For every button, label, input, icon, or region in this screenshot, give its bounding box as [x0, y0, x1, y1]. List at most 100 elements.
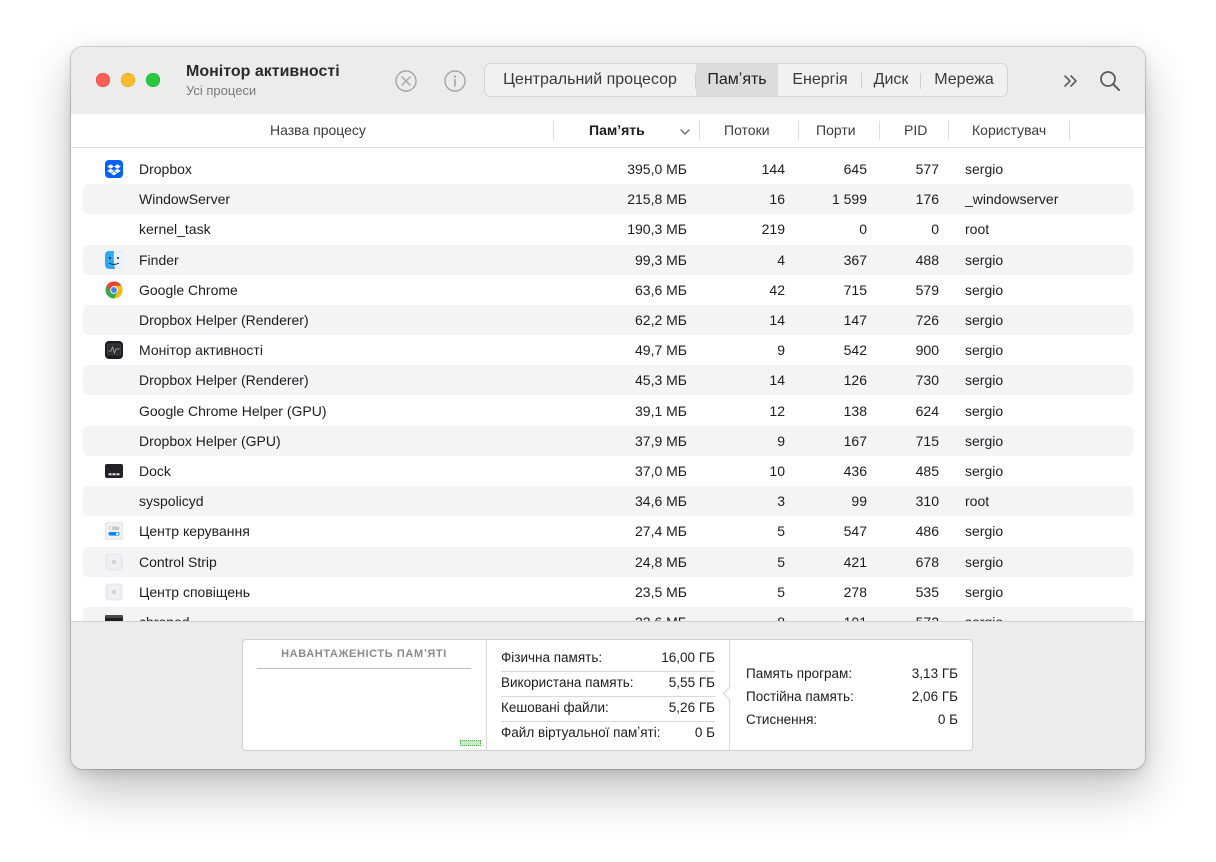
column-user[interactable]: Користувач	[972, 114, 1046, 147]
tab-energy[interactable]: Енергія	[779, 64, 861, 96]
tab-network[interactable]: Мережа	[921, 64, 1007, 96]
table-row[interactable]: syspolicyd 34,6 МБ 3 99 310 root	[83, 486, 1133, 517]
cell-process-name: Монітор активності	[139, 342, 263, 359]
cell-ports: 645	[843, 161, 867, 177]
cell-memory: 22,6 МБ	[515, 607, 687, 621]
cell-threads: 219	[761, 221, 785, 238]
cell-ports: 367	[843, 251, 867, 268]
cell-memory: 24,8 МБ	[635, 553, 687, 570]
cell-threads: 5	[777, 583, 785, 600]
column-divider[interactable]	[798, 121, 799, 140]
cell-threads: 3	[777, 493, 785, 510]
cell-pid: 678	[915, 553, 939, 570]
column-divider[interactable]	[879, 121, 880, 140]
column-ports[interactable]: Порти	[816, 114, 856, 147]
activity-monitor-window: Монітор активності Усі процеси Центральн…	[71, 47, 1145, 769]
terminal-icon	[105, 613, 123, 621]
search-icon[interactable]	[1098, 69, 1122, 93]
cell-pid: 572	[873, 607, 939, 621]
table-row[interactable]: Dropbox Helper (GPU) 37,9 МБ 9 167 715 sergio	[83, 425, 1133, 456]
cell-ports: 278	[843, 583, 867, 600]
column-divider[interactable]	[699, 121, 700, 140]
table-row[interactable]: Google Chrome 63,6 МБ 42 715 579 sergio	[83, 275, 1133, 305]
cell-threads: 12	[769, 402, 785, 419]
finder-icon	[105, 250, 123, 269]
table-row[interactable]: Google Chrome Helper (GPU) 39,1 МБ 12 138 62…	[83, 396, 1133, 426]
stat-swap-used: Файл віртуальної памʼяті: 0 Б	[501, 721, 715, 746]
cell-user: sergio	[965, 463, 1004, 479]
cell-pid: 726	[915, 312, 939, 328]
memory-stats-box: НАВАНТАЖЕНІСТЬ ПАМʼЯТІ Фізична память: 1…	[242, 639, 973, 751]
stat-value: 5,26 ГБ	[668, 700, 715, 715]
stat-app-memory: Память програм: 3,13 ГБ	[746, 663, 958, 685]
stat-label: Використана память:	[501, 675, 634, 690]
tab-segmented-control: Центральний процесор Памʼять Енергія Дис…	[484, 63, 1008, 97]
process-table: Dropbox 395,0 МБ 144 645 577 sergio WindowServ…	[71, 148, 1145, 621]
breakdown-pointer	[722, 685, 739, 702]
cell-ports: 138	[843, 402, 867, 419]
cell-memory: 27,4 МБ	[635, 523, 687, 540]
cell-threads: 16	[769, 191, 785, 208]
cell-process-name: Dropbox Helper (Renderer)	[139, 372, 309, 389]
table-row[interactable]: Монітор активності 49,7 МБ 9 542 900 sergio	[83, 335, 1133, 365]
cell-user: sergio	[965, 312, 1004, 328]
cell-memory: 49,7 МБ	[635, 342, 687, 359]
cell-threads: 9	[777, 342, 785, 359]
tab-disk[interactable]: Диск	[862, 64, 920, 96]
stop-process-icon[interactable]	[394, 69, 418, 93]
cell-threads: 14	[769, 312, 785, 328]
column-process-name[interactable]: Назва процесу	[270, 114, 366, 147]
table-row[interactable]: Dropbox Helper (Renderer) 45,3 МБ 14 126 730…	[83, 365, 1133, 396]
cell-memory: 62,2 МБ	[635, 312, 687, 328]
stat-cached-files: Кешовані файли: 5,26 ГБ	[501, 696, 715, 722]
table-row[interactable]: kernel_task 190,3 МБ 219 0 0 root	[83, 214, 1133, 244]
cell-user: sergio	[965, 372, 1004, 389]
cell-process-name: Центр керування	[139, 523, 250, 540]
minimize-window-button[interactable]	[121, 73, 135, 87]
cell-threads: 144	[761, 161, 785, 177]
cell-pid: 486	[915, 523, 939, 540]
stat-label: Стиснення:	[746, 712, 818, 727]
table-row[interactable]: Центр сповіщень 23,5 МБ 5 278 535 sergio	[83, 577, 1133, 607]
cell-ports: 1 599	[831, 191, 867, 208]
chevron-down-icon[interactable]	[679, 125, 691, 137]
column-divider[interactable]	[553, 121, 554, 140]
tab-memory[interactable]: Памʼять	[696, 64, 778, 96]
cell-ports: 126	[843, 372, 867, 389]
table-row[interactable]: WindowServer 215,8 МБ 16 1 599 176 _windowser…	[83, 184, 1133, 215]
panel-divider	[486, 640, 487, 750]
tab-cpu[interactable]: Центральний процесор	[485, 64, 695, 96]
stat-value: 5,55 ГБ	[668, 675, 715, 690]
window-subtitle[interactable]: Усі процеси	[186, 83, 256, 98]
cell-memory: 37,0 МБ	[635, 463, 687, 479]
zoom-window-button[interactable]	[146, 73, 160, 87]
table-row[interactable]: Dock 37,0 МБ 10 436 485 sergio	[83, 456, 1133, 486]
cell-memory: 39,1 МБ	[635, 402, 687, 419]
table-row[interactable]: Control Strip 24,8 МБ 5 421 678 sergio	[83, 546, 1133, 577]
close-window-button[interactable]	[96, 73, 110, 87]
table-row[interactable]: Центр керування 27,4 МБ 5 547 486 sergio	[83, 516, 1133, 546]
column-divider[interactable]	[1069, 121, 1070, 140]
window-title: Монітор активності	[186, 63, 340, 80]
table-row[interactable]: Dropbox Helper (Renderer) 62,2 МБ 14 147 726…	[83, 305, 1133, 335]
cell-user: root	[965, 221, 990, 238]
cell-process-name: kernel_task	[139, 221, 211, 238]
info-icon[interactable]	[443, 69, 467, 93]
generic-app-icon	[105, 583, 123, 601]
column-memory[interactable]: Памʼять	[589, 114, 645, 147]
cell-user: root	[965, 493, 990, 510]
stat-value: 0 Б	[937, 712, 958, 727]
column-threads[interactable]: Потоки	[724, 114, 770, 147]
cell-memory: 395,0 МБ	[627, 161, 687, 177]
column-pid[interactable]: PID	[904, 114, 927, 147]
double-chevron-right-icon[interactable]	[1059, 69, 1083, 93]
cell-threads: 10	[769, 463, 785, 479]
table-row[interactable]: Finder 99,3 МБ 4 367 488 sergio	[83, 244, 1133, 275]
stat-value: 0 Б	[694, 725, 715, 740]
cell-ports: 421	[843, 553, 867, 570]
table-row[interactable]: chronod 22,6 МБ 8 101 572 sergio	[83, 607, 1133, 621]
table-row[interactable]: Dropbox 395,0 МБ 144 645 577 sergio	[83, 154, 1133, 184]
cell-ports: 715	[843, 281, 867, 298]
stat-value: 16,00 ГБ	[661, 650, 715, 665]
column-divider[interactable]	[948, 121, 949, 140]
